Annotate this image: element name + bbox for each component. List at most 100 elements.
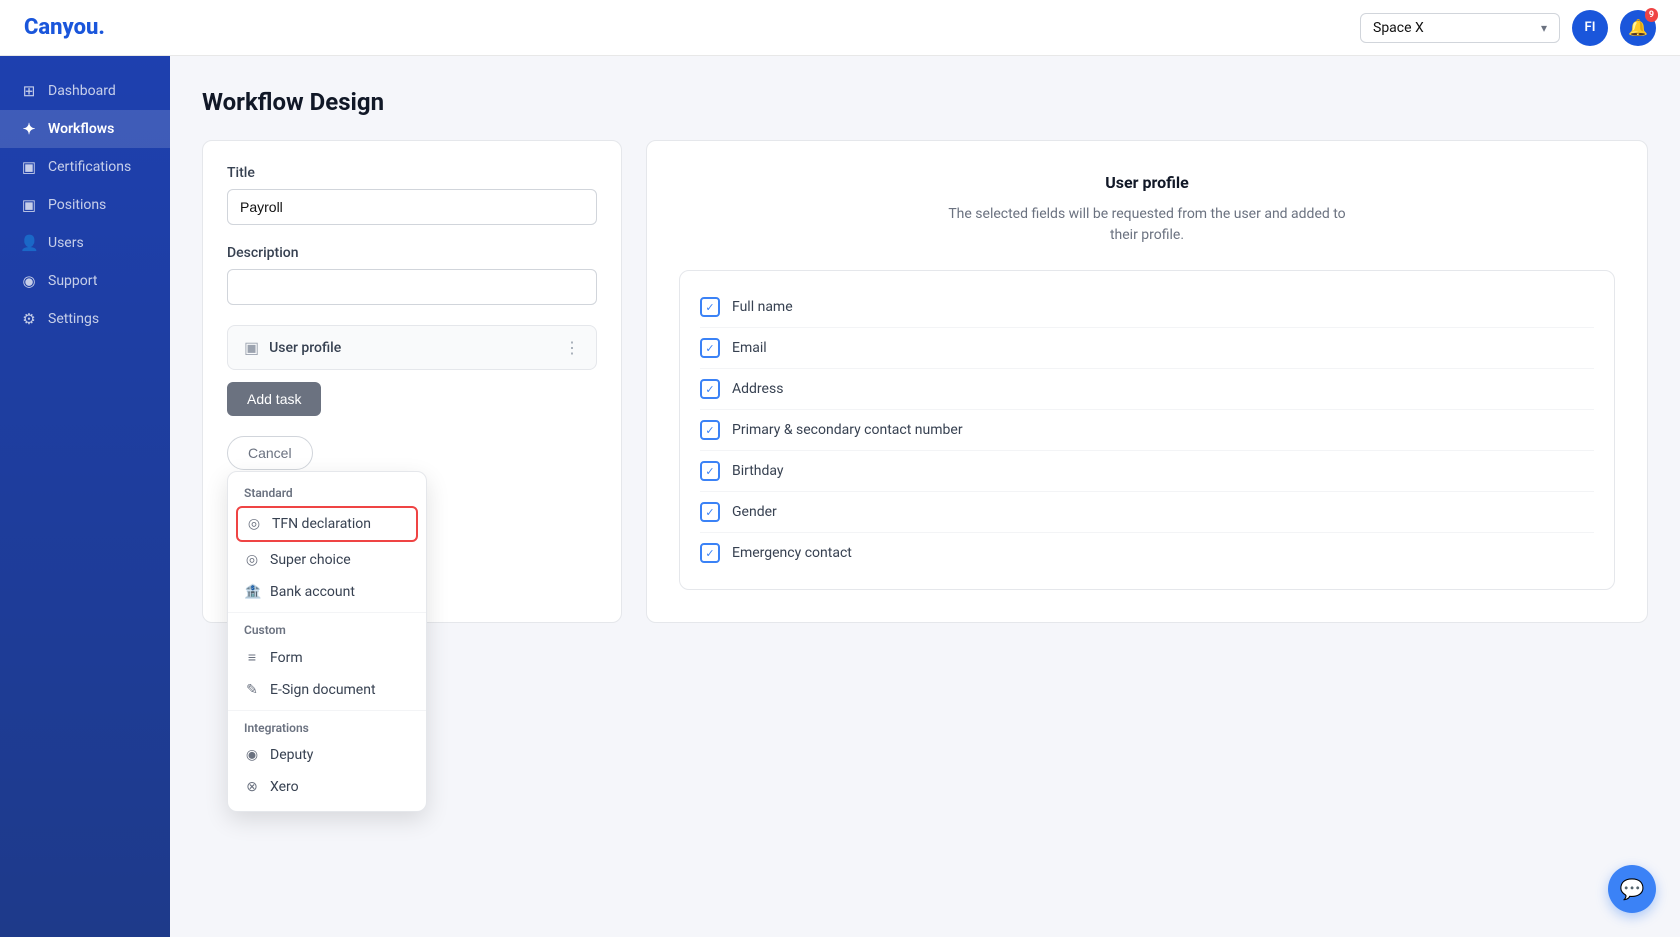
dropdown-item-tfn-label: TFN declaration bbox=[272, 516, 371, 532]
profile-description: The selected fields will be requested fr… bbox=[679, 204, 1615, 246]
field-full-name: ✓ Full name bbox=[700, 287, 1594, 328]
dropdown-item-xero-label: Xero bbox=[270, 779, 299, 795]
topbar-right: Space X ▾ FI 🔔 9 bbox=[1360, 10, 1656, 46]
field-emergency-label: Emergency contact bbox=[732, 545, 852, 561]
check-address[interactable]: ✓ bbox=[700, 379, 720, 399]
field-email: ✓ Email bbox=[700, 328, 1594, 369]
xero-icon: ⊗ bbox=[244, 779, 260, 795]
deputy-icon: ◉ bbox=[244, 747, 260, 763]
main-content: Workflow Design Title Description ▣ User… bbox=[170, 56, 1680, 937]
bottom-actions: Cancel bbox=[227, 436, 597, 470]
left-panel: Title Description ▣ User profile ⋮ Add t… bbox=[202, 140, 622, 623]
sidebar-label-settings: Settings bbox=[48, 311, 99, 327]
dropdown-item-deputy-label: Deputy bbox=[270, 747, 313, 763]
bank-icon: 🏦 bbox=[244, 584, 260, 600]
task-menu-icon[interactable]: ⋮ bbox=[564, 338, 580, 357]
cancel-button[interactable]: Cancel bbox=[227, 436, 313, 470]
avatar[interactable]: FI bbox=[1572, 10, 1608, 46]
topbar: Canyou. Space X ▾ FI 🔔 9 bbox=[0, 0, 1680, 56]
task-item-left: ▣ User profile bbox=[244, 338, 341, 357]
sidebar-label-dashboard: Dashboard bbox=[48, 83, 116, 99]
check-emergency[interactable]: ✓ bbox=[700, 543, 720, 563]
chat-button[interactable]: 💬 bbox=[1608, 865, 1656, 913]
check-contact[interactable]: ✓ bbox=[700, 420, 720, 440]
field-full-name-label: Full name bbox=[732, 299, 793, 315]
dropdown-item-super[interactable]: ◎ Super choice bbox=[228, 544, 426, 576]
super-icon: ◎ bbox=[244, 552, 260, 568]
dropdown-item-form-label: Form bbox=[270, 650, 303, 666]
certifications-icon: ▣ bbox=[20, 158, 38, 176]
check-gender[interactable]: ✓ bbox=[700, 502, 720, 522]
workflows-icon: ✦ bbox=[20, 120, 38, 138]
field-gender: ✓ Gender bbox=[700, 492, 1594, 533]
dropdown-item-form[interactable]: ≡ Form bbox=[228, 641, 426, 674]
workspace-selector[interactable]: Space X ▾ bbox=[1360, 13, 1560, 43]
field-address-label: Address bbox=[732, 381, 783, 397]
title-label: Title bbox=[227, 165, 597, 181]
check-birthday[interactable]: ✓ bbox=[700, 461, 720, 481]
field-contact-label: Primary & secondary contact number bbox=[732, 422, 963, 438]
dropdown-item-tfn[interactable]: ◎ TFN declaration bbox=[236, 506, 418, 542]
sidebar-item-positions[interactable]: ▣ Positions bbox=[0, 186, 170, 224]
dropdown-item-esign[interactable]: ✎ E-Sign document bbox=[228, 674, 426, 706]
field-email-label: Email bbox=[732, 340, 767, 356]
integrations-section-label: Integrations bbox=[228, 715, 426, 739]
field-gender-label: Gender bbox=[732, 504, 777, 520]
sidebar-item-users[interactable]: 👤 Users bbox=[0, 224, 170, 262]
description-field-group: Description bbox=[227, 245, 597, 305]
description-label: Description bbox=[227, 245, 597, 261]
dropdown-menu: Standard ◎ TFN declaration ◎ Super choic… bbox=[227, 471, 427, 812]
dropdown-item-bank[interactable]: 🏦 Bank account bbox=[228, 576, 426, 608]
field-birthday: ✓ Birthday bbox=[700, 451, 1594, 492]
sidebar-label-support: Support bbox=[48, 273, 97, 289]
add-task-button[interactable]: Add task bbox=[227, 382, 321, 416]
field-emergency: ✓ Emergency contact bbox=[700, 533, 1594, 573]
tfn-icon: ◎ bbox=[246, 516, 262, 532]
sidebar-item-dashboard[interactable]: ⊞ Dashboard bbox=[0, 72, 170, 110]
sidebar-item-settings[interactable]: ⚙ Settings bbox=[0, 300, 170, 338]
custom-section-label: Custom bbox=[228, 617, 426, 641]
right-panel: User profile The selected fields will be… bbox=[646, 140, 1648, 623]
sidebar-label-certifications: Certifications bbox=[48, 159, 131, 175]
content-grid: Title Description ▣ User profile ⋮ Add t… bbox=[202, 140, 1648, 623]
sidebar-label-workflows: Workflows bbox=[48, 121, 114, 137]
check-full-name[interactable]: ✓ bbox=[700, 297, 720, 317]
check-email[interactable]: ✓ bbox=[700, 338, 720, 358]
positions-icon: ▣ bbox=[20, 196, 38, 214]
users-icon: 👤 bbox=[20, 234, 38, 252]
workspace-label: Space X bbox=[1373, 20, 1424, 36]
task-item-icon: ▣ bbox=[244, 338, 259, 357]
description-input[interactable] bbox=[227, 269, 597, 305]
dropdown-item-deputy[interactable]: ◉ Deputy bbox=[228, 739, 426, 771]
title-field-group: Title bbox=[227, 165, 597, 225]
dropdown-item-xero[interactable]: ⊗ Xero bbox=[228, 771, 426, 803]
task-item-label: User profile bbox=[269, 340, 341, 356]
field-birthday-label: Birthday bbox=[732, 463, 784, 479]
dropdown-item-esign-label: E-Sign document bbox=[270, 682, 376, 698]
support-icon: ◉ bbox=[20, 272, 38, 290]
logo: Canyou. bbox=[24, 15, 105, 40]
settings-icon: ⚙ bbox=[20, 310, 38, 328]
field-address: ✓ Address bbox=[700, 369, 1594, 410]
sidebar-label-positions: Positions bbox=[48, 197, 106, 213]
notification-bell[interactable]: 🔔 9 bbox=[1620, 10, 1656, 46]
sidebar-item-workflows[interactable]: ✦ Workflows bbox=[0, 110, 170, 148]
task-item-user-profile: ▣ User profile ⋮ bbox=[227, 325, 597, 370]
sidebar-item-certifications[interactable]: ▣ Certifications bbox=[0, 148, 170, 186]
divider-2 bbox=[228, 710, 426, 711]
page-title: Workflow Design bbox=[202, 88, 1648, 116]
standard-section-label: Standard bbox=[228, 480, 426, 504]
title-input[interactable] bbox=[227, 189, 597, 225]
dropdown-item-super-label: Super choice bbox=[270, 552, 351, 568]
dropdown-item-bank-label: Bank account bbox=[270, 584, 355, 600]
esign-icon: ✎ bbox=[244, 682, 260, 698]
field-contact: ✓ Primary & secondary contact number bbox=[700, 410, 1594, 451]
sidebar: ⊞ Dashboard ✦ Workflows ▣ Certifications… bbox=[0, 56, 170, 937]
form-icon: ≡ bbox=[244, 649, 260, 666]
profile-fields-list: ✓ Full name ✓ Email ✓ Address ✓ Primary … bbox=[679, 270, 1615, 590]
dashboard-icon: ⊞ bbox=[20, 82, 38, 100]
chevron-down-icon: ▾ bbox=[1541, 21, 1547, 35]
sidebar-item-support[interactable]: ◉ Support bbox=[0, 262, 170, 300]
notification-badge: 9 bbox=[1645, 8, 1658, 23]
sidebar-label-users: Users bbox=[48, 235, 84, 251]
